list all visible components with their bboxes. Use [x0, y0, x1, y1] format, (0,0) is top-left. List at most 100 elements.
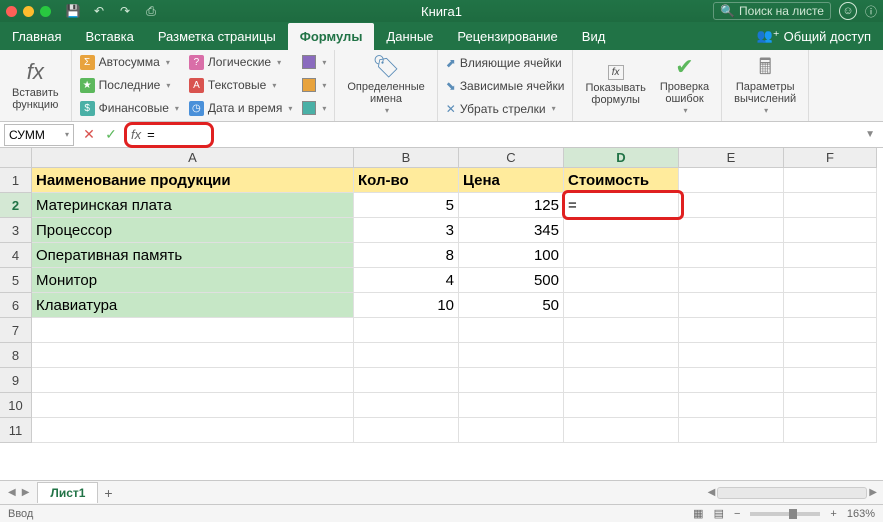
tab-insert[interactable]: Вставка — [73, 23, 145, 50]
cell-B5[interactable]: 4 — [354, 268, 459, 293]
cell-B7[interactable] — [354, 318, 459, 343]
sheet-nav-last[interactable]: ▶ — [20, 485, 32, 500]
cell-F8[interactable] — [784, 343, 877, 368]
formula-bar-expand[interactable]: ▼ — [865, 129, 883, 140]
cell-F2[interactable] — [784, 193, 877, 218]
cell-E4[interactable] — [679, 243, 784, 268]
row-header-9[interactable]: 9 — [0, 368, 32, 393]
row-header-10[interactable]: 10 — [0, 393, 32, 418]
cell-C1[interactable]: Цена — [459, 168, 564, 193]
show-formulas-button[interactable]: fx Показывать формулы — [581, 52, 649, 119]
cell-E3[interactable] — [679, 218, 784, 243]
row-header-7[interactable]: 7 — [0, 318, 32, 343]
cell-F10[interactable] — [784, 393, 877, 418]
cell-E7[interactable] — [679, 318, 784, 343]
cell-C4[interactable]: 100 — [459, 243, 564, 268]
cell-F5[interactable] — [784, 268, 877, 293]
horizontal-scrollbar[interactable]: ◀▶ — [708, 487, 877, 499]
col-header-C[interactable]: C — [459, 148, 564, 168]
tab-review[interactable]: Рецензирование — [445, 23, 569, 50]
cell-D8[interactable] — [564, 343, 679, 368]
cell-F1[interactable] — [784, 168, 877, 193]
cell-A1[interactable]: Наименование продукции — [32, 168, 354, 193]
cell-B4[interactable]: 8 — [354, 243, 459, 268]
cell-A10[interactable] — [32, 393, 354, 418]
col-header-F[interactable]: F — [784, 148, 877, 168]
datetime-button[interactable]: ◷Дата и время — [189, 98, 292, 118]
cell-B11[interactable] — [354, 418, 459, 443]
math-button[interactable] — [302, 75, 326, 95]
cell-C10[interactable] — [459, 393, 564, 418]
cell-D10[interactable] — [564, 393, 679, 418]
cell-C8[interactable] — [459, 343, 564, 368]
add-sheet-button[interactable]: + — [98, 485, 118, 501]
financial-button[interactable]: $Финансовые — [80, 98, 179, 118]
col-header-B[interactable]: B — [354, 148, 459, 168]
defined-names-button[interactable]: 🏷 Определенные имена — [343, 53, 428, 118]
row-header-3[interactable]: 3 — [0, 218, 32, 243]
cell-F7[interactable] — [784, 318, 877, 343]
remove-arrows-button[interactable]: ✕Убрать стрелки — [446, 99, 565, 119]
tab-page-layout[interactable]: Разметка страницы — [146, 23, 288, 50]
cell-B10[interactable] — [354, 393, 459, 418]
cell-F4[interactable] — [784, 243, 877, 268]
minimize-window[interactable] — [23, 6, 34, 17]
tab-view[interactable]: Вид — [570, 23, 618, 50]
cell-B9[interactable] — [354, 368, 459, 393]
cell-A7[interactable] — [32, 318, 354, 343]
logical-button[interactable]: ?Логические — [189, 52, 292, 72]
cell-D5[interactable] — [564, 268, 679, 293]
name-box[interactable]: СУММ▾ — [4, 124, 74, 146]
cell-B3[interactable]: 3 — [354, 218, 459, 243]
cell-C7[interactable] — [459, 318, 564, 343]
trace-dependents-button[interactable]: ⬊Зависимые ячейки — [446, 76, 565, 96]
cell-A9[interactable] — [32, 368, 354, 393]
cell-D7[interactable] — [564, 318, 679, 343]
help-icon[interactable]: ⓘ — [865, 3, 877, 20]
cell-F9[interactable] — [784, 368, 877, 393]
zoom-in-button[interactable]: + — [830, 508, 836, 520]
save-icon[interactable]: 💾 — [65, 3, 81, 19]
print-icon[interactable]: ⎙ — [143, 3, 159, 19]
cell-B1[interactable]: Кол-во — [354, 168, 459, 193]
cell-C3[interactable]: 345 — [459, 218, 564, 243]
cell-C5[interactable]: 500 — [459, 268, 564, 293]
cell-C9[interactable] — [459, 368, 564, 393]
cell-A8[interactable] — [32, 343, 354, 368]
row-header-5[interactable]: 5 — [0, 268, 32, 293]
cell-A11[interactable] — [32, 418, 354, 443]
row-header-6[interactable]: 6 — [0, 293, 32, 318]
row-header-8[interactable]: 8 — [0, 343, 32, 368]
cell-C2[interactable]: 125 — [459, 193, 564, 218]
cancel-formula-button[interactable]: ✕ — [78, 124, 100, 146]
recent-button[interactable]: ★Последние — [80, 75, 179, 95]
cell-A2[interactable]: Материнская плата — [32, 193, 354, 218]
undo-icon[interactable]: ↶ — [91, 3, 107, 19]
cell-E10[interactable] — [679, 393, 784, 418]
cell-E2[interactable] — [679, 193, 784, 218]
cell-D9[interactable] — [564, 368, 679, 393]
cell-B6[interactable]: 10 — [354, 293, 459, 318]
redo-icon[interactable]: ↷ — [117, 3, 133, 19]
cell-D11[interactable] — [564, 418, 679, 443]
cell-F6[interactable] — [784, 293, 877, 318]
error-check-button[interactable]: ✔ Проверка ошибок — [656, 52, 713, 119]
cell-D3[interactable] — [564, 218, 679, 243]
cell-B2[interactable]: 5 — [354, 193, 459, 218]
cell-E1[interactable] — [679, 168, 784, 193]
cell-D1[interactable]: Стоимость — [564, 168, 679, 193]
cell-D6[interactable] — [564, 293, 679, 318]
cell-C6[interactable]: 50 — [459, 293, 564, 318]
col-header-D[interactable]: D — [564, 148, 679, 168]
lookup-button[interactable] — [302, 52, 326, 72]
zoom-out-button[interactable]: − — [734, 508, 740, 520]
formula-input[interactable] — [147, 127, 207, 142]
text-button[interactable]: AТекстовые — [189, 75, 292, 95]
row-header-1[interactable]: 1 — [0, 168, 32, 193]
view-normal-icon[interactable]: ▦ — [693, 507, 703, 520]
cell-A5[interactable]: Монитор — [32, 268, 354, 293]
zoom-level[interactable]: 163% — [847, 508, 875, 520]
cell-C11[interactable] — [459, 418, 564, 443]
account-icon[interactable]: ☺ — [839, 2, 857, 20]
tab-formulas[interactable]: Формулы — [288, 23, 375, 50]
